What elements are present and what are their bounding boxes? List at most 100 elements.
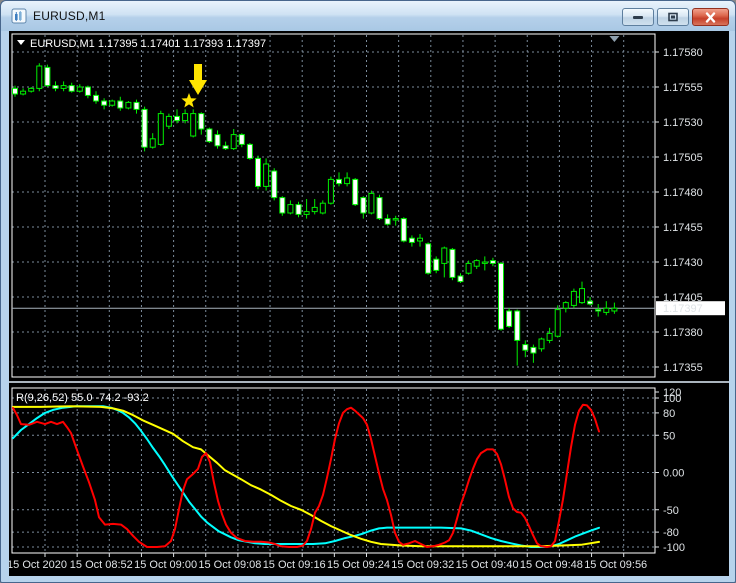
candle <box>230 129 237 150</box>
indicator-axis-label: 0.00 <box>663 468 684 480</box>
indicator-axis-label: 50 <box>663 430 675 442</box>
indicator-axis[interactable]: 12010080500.00-50-80-100 <box>655 387 685 554</box>
candle <box>449 248 456 281</box>
indicator-axis-label: 80 <box>663 408 675 420</box>
candle <box>84 85 91 99</box>
price-axis-label: 1.17480 <box>663 187 703 199</box>
yellow-line <box>12 405 600 548</box>
indicator-axis-label: 100 <box>663 393 681 405</box>
price-axis-label: 1.17580 <box>663 47 703 59</box>
time-axis-label: 15 Oct 09:48 <box>520 559 583 571</box>
price-axis-label: 1.17455 <box>663 222 703 234</box>
candle <box>198 112 205 135</box>
time-axis-label: 15 Oct 09:08 <box>198 559 261 571</box>
candle <box>287 200 294 215</box>
price-axis-label: 1.17355 <box>663 362 703 374</box>
chart-window-icon <box>11 8 27 24</box>
candle <box>327 176 334 205</box>
candle <box>352 178 359 206</box>
candle <box>595 304 602 317</box>
candle <box>246 143 253 160</box>
time-axis-label: 15 Oct 09:16 <box>263 559 326 571</box>
candle <box>514 309 521 366</box>
time-axis-label: 15 Oct 2020 <box>9 559 67 571</box>
candle <box>546 327 553 344</box>
candle <box>165 113 172 129</box>
current-price-value: 1.17397 <box>663 303 703 315</box>
restore-button[interactable] <box>657 8 689 26</box>
candle <box>311 199 318 215</box>
symbol-dropdown-icon[interactable] <box>17 40 25 45</box>
candle <box>538 337 545 352</box>
candle <box>303 199 310 219</box>
close-icon <box>705 11 716 23</box>
candle <box>255 155 261 190</box>
price-axis-label: 1.17380 <box>663 327 703 339</box>
candle <box>384 214 391 226</box>
minimize-button[interactable] <box>622 8 654 26</box>
candle <box>562 301 569 313</box>
indicator-label: R(9,26,52) 55.0 -74.2 -93.2 <box>16 392 149 404</box>
candle <box>93 91 99 104</box>
candle <box>579 281 585 304</box>
chart-canvas[interactable]: EURUSD,M1 1.17395 1.17401 1.17393 1.1739… <box>7 31 729 576</box>
time-axis-label: 15 Oct 09:00 <box>134 559 197 571</box>
candle <box>60 81 67 92</box>
time-axis-label: 15 Oct 09:32 <box>391 559 454 571</box>
price-axis-label: 1.17505 <box>663 152 703 164</box>
chart-symbol-ohlc-label: EURUSD,M1 1.17395 1.17401 1.17393 1.1739… <box>30 38 266 50</box>
window-titlebar[interactable]: EURUSD,M1 <box>1 1 735 31</box>
candle <box>190 109 197 138</box>
candle <box>222 141 229 150</box>
indicator-axis-label: -50 <box>663 505 679 517</box>
price-axis-label: 1.17555 <box>663 82 703 94</box>
candlestick-series <box>12 63 618 366</box>
indicator-axis-label: -100 <box>663 542 685 554</box>
time-axis-label: 15 Oct 09:56 <box>584 559 647 571</box>
cyan-line <box>12 405 600 548</box>
candle <box>76 84 83 93</box>
candle <box>157 110 164 146</box>
last-bar-marker-icon <box>609 36 620 42</box>
candle <box>457 273 464 283</box>
window-title: EURUSD,M1 <box>33 9 106 23</box>
candle <box>392 215 399 226</box>
candle <box>52 81 59 92</box>
candle <box>587 297 594 306</box>
candle <box>417 234 423 247</box>
candle <box>489 257 496 267</box>
candle <box>481 256 488 271</box>
grid <box>12 35 655 552</box>
candle <box>441 246 448 278</box>
candle <box>603 301 610 316</box>
candle <box>271 168 278 201</box>
time-axis-label: 15 Oct 08:52 <box>70 559 133 571</box>
candle <box>506 308 513 328</box>
candle <box>28 87 35 93</box>
minimize-icon <box>633 16 643 19</box>
candle <box>279 196 286 216</box>
candle <box>44 64 51 87</box>
candle <box>344 172 351 187</box>
restore-icon <box>668 12 678 22</box>
chart-window: EURUSD,M1 EURUSD,M1 1.17395 1.17401 1.17… <box>0 0 736 583</box>
candle <box>336 172 342 187</box>
candle <box>473 259 480 269</box>
time-axis[interactable]: 15 Oct 2020 15 Oct 08:52 15 Oct 09:00 15 Oc… <box>7 552 655 571</box>
candle <box>20 88 27 96</box>
candle <box>498 262 504 331</box>
price-axis-label: 1.17430 <box>663 257 703 269</box>
candle <box>554 305 561 338</box>
candle <box>295 201 302 218</box>
price-axis[interactable]: 1.17580 1.17555 1.17530 1.17505 1.17480 1.174… <box>655 47 725 374</box>
candle <box>570 288 577 309</box>
candle <box>68 82 75 93</box>
close-button[interactable] <box>692 8 729 26</box>
candle <box>182 109 189 124</box>
time-axis-label: 15 Oct 09:24 <box>327 559 390 571</box>
candle <box>141 106 148 152</box>
candle <box>319 200 326 215</box>
candle <box>433 256 440 274</box>
candle <box>425 242 432 275</box>
sell-arrow-icon <box>189 64 207 95</box>
